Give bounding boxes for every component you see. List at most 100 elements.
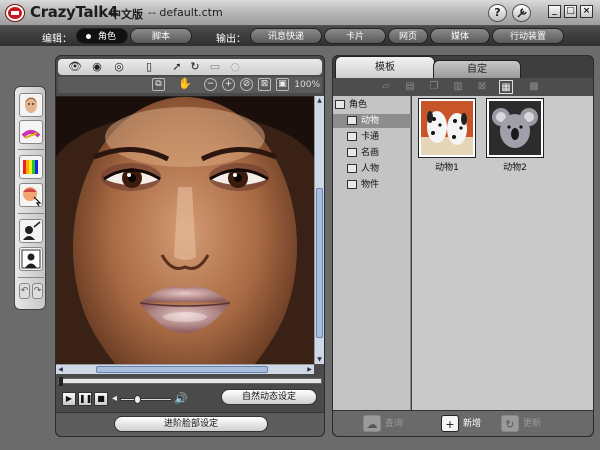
tab-character[interactable]: 角色: [76, 28, 128, 44]
close-button[interactable]: ×: [580, 5, 593, 18]
eye-preview-icon[interactable]: ◌: [228, 60, 242, 74]
eye-closed-icon[interactable]: ◎: [112, 60, 126, 74]
page-icon[interactable]: ▯: [142, 60, 156, 74]
delete-icon[interactable]: ⊠: [475, 80, 489, 94]
eye-half-icon[interactable]: ◉: [90, 60, 104, 74]
fit-window-icon[interactable]: ⧉: [152, 78, 165, 91]
update-icon: ↻: [501, 415, 519, 432]
import-icon[interactable]: ▤: [403, 80, 417, 94]
left-toolbar: ↶ ↷: [14, 86, 46, 310]
query-button[interactable]: ☁ 查询: [363, 415, 423, 433]
vertical-scroll-thumb[interactable]: [316, 188, 323, 338]
advanced-face-setting-button[interactable]: 进阶脸部设定: [114, 416, 268, 432]
face-fitting-button[interactable]: [19, 183, 43, 207]
tab-messenger[interactable]: 讯息快递: [250, 28, 322, 44]
pause-icon: ❚❚: [79, 394, 93, 403]
timeline-slider[interactable]: [58, 377, 322, 386]
tree-root[interactable]: 角色: [333, 98, 411, 112]
mode-bar: 编辑： 角色 脚本 输出： 讯息快递 卡片 网页 媒体 行动装置: [0, 26, 600, 46]
minimize-button[interactable]: _: [548, 5, 561, 18]
paste-icon[interactable]: ▥: [451, 80, 465, 94]
reset-zoom-icon[interactable]: ⊘: [240, 78, 253, 91]
tree-root-label: 角色: [349, 100, 368, 110]
update-button[interactable]: ↻ 更新: [501, 415, 561, 433]
add-button[interactable]: + 新增: [441, 415, 501, 433]
tree-item-object[interactable]: 物件: [333, 178, 411, 192]
zoom-toolbar: ⧉ ✋ − + ⊘ ⊠ ▣ 100%: [58, 77, 322, 93]
horizontal-scroll-thumb[interactable]: [96, 366, 268, 373]
tab-script[interactable]: 脚本: [130, 28, 192, 44]
query-icon: ☁: [363, 415, 381, 432]
pointer-icon[interactable]: ➚: [170, 60, 184, 74]
hand-pan-icon[interactable]: ✋: [178, 78, 192, 91]
scroll-right-icon[interactable]: ▶: [305, 365, 314, 374]
timeline-knob[interactable]: [59, 377, 63, 386]
character-viewport[interactable]: [56, 96, 314, 364]
title-bar: CrazyTalk4 中文版 -- default.ctm ? _ □ ×: [0, 0, 600, 26]
volume-knob[interactable]: [134, 395, 141, 404]
scroll-down-icon[interactable]: ▼: [315, 355, 324, 364]
maximize-button[interactable]: □: [564, 5, 577, 18]
zoom-out-icon[interactable]: −: [204, 78, 217, 91]
copy-icon[interactable]: ❐: [427, 80, 441, 94]
tree-item-label: 卡通: [361, 132, 380, 142]
speaker-icon[interactable]: 🔊: [174, 392, 188, 405]
view-toolbar: 👁 ◉ ◎ ▯ ➚ ↻ ▭ ◌: [58, 59, 322, 75]
help-button[interactable]: ?: [488, 4, 507, 22]
play-button[interactable]: ▶: [62, 392, 76, 406]
scroll-left-icon[interactable]: ◀: [56, 365, 65, 374]
undo-button[interactable]: ↶: [19, 283, 30, 299]
tab-web[interactable]: 网页: [388, 28, 428, 44]
thumbnail-view-icon[interactable]: ▦: [499, 80, 513, 94]
toolbar-divider: [18, 149, 44, 150]
tree-item-label: 名画: [361, 148, 380, 158]
image-edit-button[interactable]: [19, 120, 43, 144]
add-label: 新增: [463, 419, 482, 429]
auto-motion-button[interactable]: 自然动态设定: [221, 389, 317, 405]
actual-size-icon[interactable]: ▣: [276, 78, 289, 91]
koala-thumbnail-icon: [489, 101, 541, 155]
redo-icon: ↷: [33, 286, 42, 296]
template-thumbnail[interactable]: [418, 98, 476, 158]
tab-custom[interactable]: 自定: [433, 60, 521, 78]
options-button[interactable]: [512, 4, 531, 22]
tab-card[interactable]: 卡片: [324, 28, 386, 44]
face-import-button[interactable]: [19, 93, 43, 117]
toolbar-divider: [18, 213, 44, 214]
edition-label: 中文版: [110, 8, 143, 21]
tree-item-animal[interactable]: 动物: [333, 114, 411, 128]
thumbnail-caption: 动物1: [435, 163, 459, 173]
tab-media[interactable]: 媒体: [430, 28, 490, 44]
tree-item-cartoon[interactable]: 卡通: [333, 130, 411, 144]
vertical-scrollbar[interactable]: ▲ ▼: [314, 96, 324, 364]
redo-button[interactable]: ↷: [32, 283, 43, 299]
rotate-icon[interactable]: ↻: [188, 60, 202, 74]
save-icon[interactable]: ▩: [527, 80, 541, 94]
add-icon: +: [441, 415, 459, 432]
color-adjust-button[interactable]: [19, 155, 43, 179]
tab-card-label: 卡片: [345, 32, 364, 42]
pause-button[interactable]: ❚❚: [78, 392, 92, 406]
scroll-up-icon[interactable]: ▲: [315, 96, 324, 105]
fit-icon[interactable]: ⊠: [258, 78, 271, 91]
template-thumbnail[interactable]: [486, 98, 544, 158]
volume-slider[interactable]: [120, 395, 172, 404]
tab-media-label: 媒体: [450, 32, 469, 42]
silhouette-brush-icon: [23, 221, 41, 240]
stop-button[interactable]: ■: [94, 392, 108, 406]
speaker-mute-icon[interactable]: ◂: [112, 393, 117, 404]
mask-edit-button[interactable]: [19, 219, 43, 243]
eye-open-icon[interactable]: 👁: [68, 60, 82, 74]
folder-icon: [347, 116, 357, 125]
tree-item-people[interactable]: 人物: [333, 162, 411, 176]
horizontal-scrollbar[interactable]: ◀ ▶: [56, 364, 314, 374]
stop-icon: ■: [97, 394, 105, 403]
document-icon[interactable]: ▭: [208, 60, 222, 74]
library-panel: 模板 自定 ▱ ▤ ❐ ▥ ⊠ ▦ ▩ 角色 动物 卡通 名画 人物 物件 动物…: [332, 55, 594, 437]
tab-template[interactable]: 模板: [335, 56, 435, 78]
tab-mobile[interactable]: 行动装置: [492, 28, 564, 44]
background-button[interactable]: [19, 247, 43, 271]
folder-icon[interactable]: ▱: [379, 80, 393, 94]
tree-item-painting[interactable]: 名画: [333, 146, 411, 160]
zoom-in-icon[interactable]: +: [222, 78, 235, 91]
